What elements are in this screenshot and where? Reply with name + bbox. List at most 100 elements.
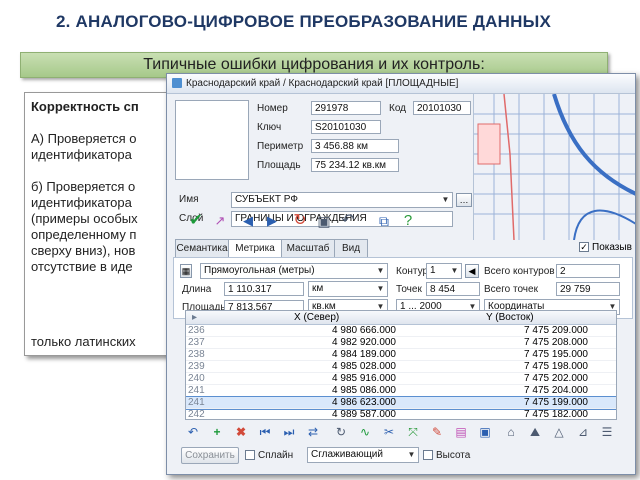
table-row[interactable]: 241 4 986 623.000 7 475 199.000 [186, 396, 616, 410]
cell-x: 4 989 587.000 [332, 409, 396, 420]
cell-x: 4 985 028.000 [332, 361, 396, 372]
window-titlebar[interactable]: Краснодарский край / Краснодарский край … [167, 74, 635, 94]
map-preview [473, 94, 635, 240]
app-icon [172, 78, 182, 89]
name-select-value: СУБЪЕКТ РФ [235, 194, 298, 205]
last-icon[interactable]: ⏭ [281, 424, 297, 440]
first-icon[interactable]: ⏮ [257, 424, 273, 440]
tab-view[interactable]: Вид [334, 239, 368, 257]
key-field[interactable]: S20101030 [311, 120, 381, 134]
save-button[interactable]: Сохранить [181, 447, 239, 464]
chevron-down-icon: ▼ [450, 266, 459, 275]
table-row[interactable]: 240 4 985 916.000 7 475 202.000 [186, 373, 616, 385]
row-number: 241 [188, 385, 205, 396]
link-icon[interactable]: ∿ [357, 424, 373, 440]
coord-type-select[interactable]: Прямоугольная (метры) ▼ [200, 263, 388, 279]
table-row[interactable]: 238 4 984 189.000 7 475 195.000 [186, 349, 616, 361]
text-line: только латинских [31, 334, 136, 349]
code-label: Код [389, 103, 407, 114]
table-corner: ▸ [192, 312, 198, 323]
save-icon[interactable]: ▣ [313, 210, 335, 232]
cell-y: 7 475 199.000 [524, 397, 588, 408]
tab-scale[interactable]: Масштаб [281, 239, 335, 257]
spline-checkbox[interactable]: Сплайн [245, 450, 293, 461]
chevron-down-icon: ▼ [376, 266, 385, 275]
height-label: Высота [436, 450, 471, 461]
contour-select[interactable]: 1 ▼ [426, 263, 462, 279]
windows-icon[interactable]: ⧉ [373, 210, 395, 232]
triangle-icon[interactable]: △ [551, 424, 567, 440]
table-toolbar: ↶ + ✖ ⏮ ⏭ ⇄ ↻ ∿ ✂ ⤧ ✎ ▤ ▣ ⌂ ⛰ △ ⊿ ☰ [185, 423, 631, 443]
terrain-icon[interactable]: ⛰ [527, 424, 543, 440]
row-number: 239 [188, 361, 205, 372]
table-row[interactable]: 237 4 982 920.000 7 475 208.000 [186, 337, 616, 349]
show-label: Показыв [592, 242, 632, 253]
check-icon[interactable]: ✔ [185, 210, 207, 232]
show-checkbox[interactable]: ✓ Показыв [579, 242, 632, 253]
undo-icon[interactable]: ↶ [185, 424, 201, 440]
cell-y: 7 475 208.000 [524, 337, 588, 348]
length-label: Длина [182, 284, 212, 295]
length-unit-select[interactable]: км ▼ [308, 281, 388, 297]
delete-point-icon[interactable]: ✖ [233, 424, 249, 440]
smoothing-value: Сглаживающий [311, 449, 383, 460]
coordinates-table: ▸ X (Север) Y (Восток) 236 4 980 666.000 7… [185, 310, 617, 420]
key-label: Ключ [257, 122, 282, 133]
save-icon[interactable]: ▣ [477, 424, 493, 440]
cell-x: 4 982 920.000 [332, 337, 396, 348]
table-row[interactable]: 241 4 985 086.000 7 475 204.000 [186, 385, 616, 397]
chevron-down-icon: ▼ [441, 195, 450, 204]
checkbox-icon [423, 450, 433, 461]
object-form: Номер 291978 Код 20101030 Ключ S20101030… [167, 94, 477, 227]
chevron-down-icon: ▼ [376, 284, 385, 293]
bridge-icon[interactable]: ⌂ [503, 424, 519, 440]
window-title: Краснодарский край / Краснодарский край … [186, 78, 459, 89]
cell-x: 4 985 086.000 [332, 385, 396, 396]
table-row[interactable]: 242 4 989 587.000 7 475 182.000 [186, 409, 616, 420]
add-point-icon[interactable]: + [209, 424, 225, 440]
column-header-x[interactable]: X (Север) [294, 311, 339, 324]
points-field: 8 454 [426, 282, 480, 296]
cell-y: 7 475 182.000 [524, 409, 588, 420]
reverse-icon[interactable]: ⇄ [305, 424, 321, 440]
cell-y: 7 475 204.000 [524, 385, 588, 396]
area-label: Площадь [257, 160, 301, 171]
object-preview [175, 100, 249, 180]
cell-x: 4 985 916.000 [332, 373, 396, 384]
cell-x: 4 980 666.000 [332, 325, 396, 336]
layers-icon[interactable]: ☰ [599, 424, 615, 440]
table-row[interactable]: 236 4 980 666.000 7 475 209.000 [186, 325, 616, 337]
prev-contour-icon[interactable]: ◀ [465, 264, 479, 278]
checkbox-icon [245, 450, 255, 461]
grid-icon[interactable]: ▦ [180, 264, 192, 278]
area-field: 75 234.12 кв.км [311, 158, 399, 172]
name-browse-button[interactable]: … [456, 193, 472, 207]
smoothing-select[interactable]: Сглаживающий ▼ [307, 447, 419, 463]
refresh-icon[interactable]: ↻ [289, 210, 311, 232]
column-header-y[interactable]: Y (Восток) [486, 311, 534, 324]
help-icon[interactable]: ? [397, 210, 419, 232]
undo-icon[interactable]: ↶ [337, 210, 359, 232]
length-field: 1 110.317 [224, 282, 304, 296]
measure-icon[interactable]: ⊿ [575, 424, 591, 440]
rotate-icon[interactable]: ↻ [333, 424, 349, 440]
total-points-label: Всего точек [484, 284, 538, 295]
tab-semantics[interactable]: Семантика [175, 239, 229, 257]
next-icon[interactable]: ▶ [261, 210, 283, 232]
name-select[interactable]: СУБЪЕКТ РФ ▼ [231, 192, 453, 208]
mark-icon[interactable]: ✎ [429, 424, 445, 440]
total-points-field: 29 759 [556, 282, 620, 296]
code-field[interactable]: 20101030 [413, 101, 471, 115]
join-icon[interactable]: ⤧ [405, 424, 421, 440]
row-number: 236 [188, 325, 205, 336]
select-icon[interactable]: ↗ [209, 210, 231, 232]
cell-y: 7 475 198.000 [524, 361, 588, 372]
number-field[interactable]: 291978 [311, 101, 381, 115]
height-checkbox[interactable]: Высота [423, 450, 470, 461]
cut-icon[interactable]: ✂ [381, 424, 397, 440]
total-contours-label: Всего контуров [484, 266, 555, 277]
table-row[interactable]: 239 4 985 028.000 7 475 198.000 [186, 361, 616, 373]
prev-icon[interactable]: ◀ [237, 210, 259, 232]
tab-metrics[interactable]: Метрика [228, 239, 282, 258]
image-icon[interactable]: ▤ [453, 424, 469, 440]
